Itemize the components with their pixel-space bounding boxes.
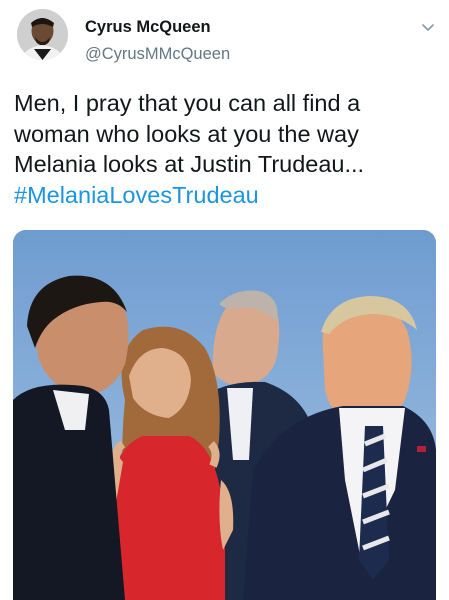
- tweet-photo[interactable]: [13, 230, 436, 600]
- display-name[interactable]: Cyrus McQueen: [85, 18, 211, 37]
- tweet-card: Cyrus McQueen @CyrusMMcQueen Men, I pray…: [0, 0, 449, 600]
- profile-photo-icon: [17, 9, 68, 60]
- tweet-text: Men, I pray that you can all find a woma…: [14, 88, 434, 210]
- tweet-text-line: woman who looks at you the way: [14, 120, 359, 147]
- tweet-text-line: Men, I pray that you can all find a: [14, 90, 361, 116]
- avatar[interactable]: [17, 9, 68, 60]
- photo-illustration: [13, 230, 436, 600]
- hashtag-link[interactable]: #MelaniaLovesTrudeau: [14, 180, 434, 211]
- chevron-down-icon[interactable]: [420, 19, 436, 35]
- user-handle[interactable]: @CyrusMMcQueen: [85, 45, 230, 64]
- tweet-text-line: Melania looks at Justin Trudeau...: [14, 151, 365, 177]
